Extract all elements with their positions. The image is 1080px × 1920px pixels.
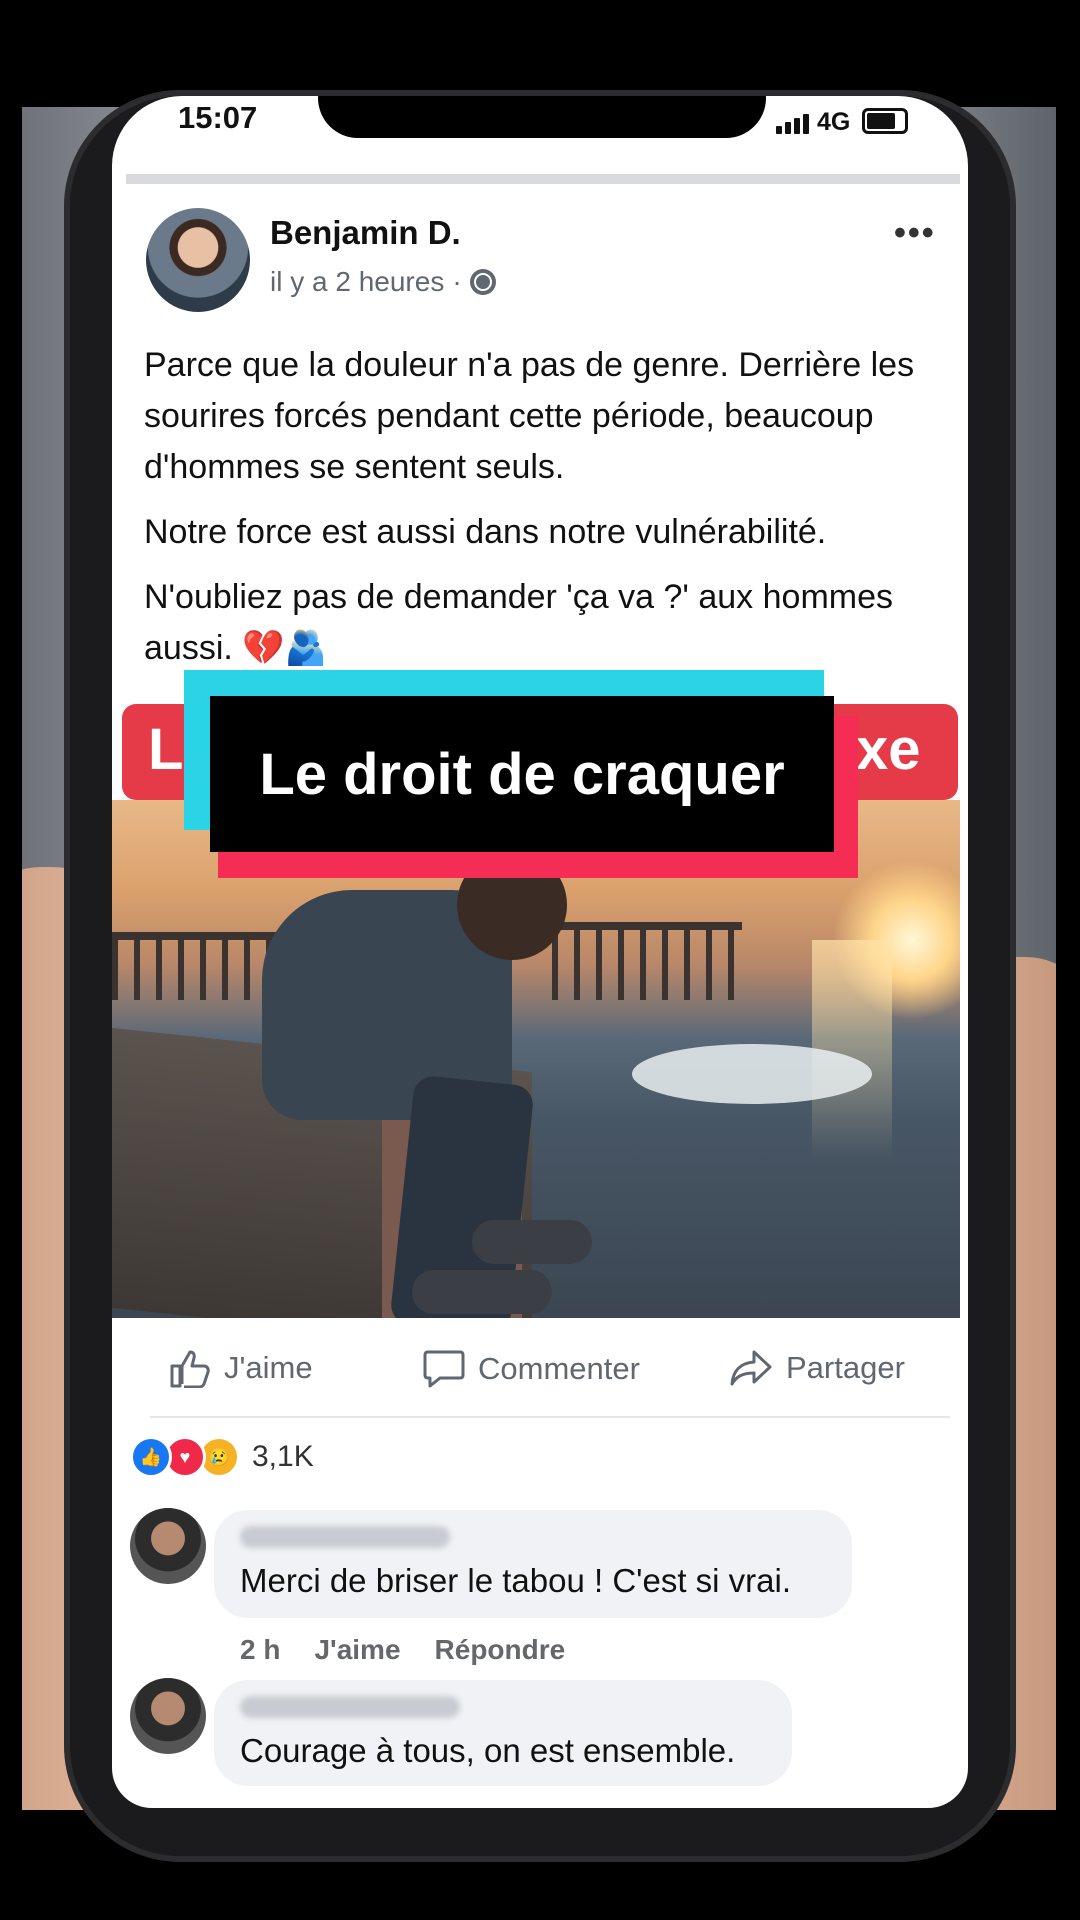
commenter-avatar[interactable]	[130, 1508, 206, 1584]
post-text: Parce que la douleur n'a pas de genre. D…	[144, 340, 954, 688]
commenter-avatar[interactable]	[130, 1678, 206, 1754]
signal-icon	[776, 114, 809, 134]
like-icon: 👍	[130, 1436, 172, 1478]
share-button[interactable]: Partager	[728, 1348, 905, 1388]
wave	[632, 1044, 872, 1104]
status-icons: 4G	[776, 108, 909, 136]
share-icon	[730, 1350, 772, 1386]
author-avatar[interactable]	[146, 208, 250, 312]
comment-time: 2 h	[240, 1634, 281, 1665]
like-label: J'aime	[224, 1350, 313, 1385]
more-options-button[interactable]: •••	[894, 214, 936, 253]
overlay-title-text: Le droit de craquer	[259, 741, 785, 807]
reaction-count: 3,1K	[252, 1440, 314, 1473]
thumbs-up-icon	[170, 1350, 210, 1388]
commenter-name-blurred	[240, 1696, 460, 1718]
globe-icon	[469, 269, 496, 295]
comment-text: Merci de briser le tabou ! C'est si vrai…	[240, 1562, 791, 1599]
shoe	[472, 1220, 592, 1264]
actions-divider	[150, 1416, 950, 1418]
comment-label: Commenter	[478, 1351, 640, 1386]
banner-text-left: L	[148, 717, 184, 782]
comment-actions: 2 h J'aime Répondre	[240, 1634, 565, 1666]
battery-icon	[862, 108, 909, 134]
comment-text: Courage à tous, on est ensemble.	[240, 1732, 736, 1769]
reactions-summary[interactable]: 👍 ♥ 😢 3,1K	[130, 1436, 314, 1478]
banner-text-right: xe	[856, 717, 921, 782]
meta-separator: ·	[452, 266, 462, 297]
commenter-name-blurred	[240, 1526, 450, 1548]
comment-reply-link[interactable]: Répondre	[435, 1634, 566, 1666]
overlay-title: Le droit de craquer	[210, 696, 834, 852]
post-actions: J'aime Commenter Partager	[112, 1318, 960, 1416]
phone-notch	[318, 96, 766, 138]
top-divider	[126, 174, 960, 184]
post-time[interactable]: il y a 2 heures	[270, 266, 444, 298]
post-paragraph: Parce que la douleur n'a pas de genre. D…	[144, 346, 915, 486]
comment-like-link[interactable]: J'aime	[314, 1634, 400, 1666]
post-paragraph: N'oubliez pas de demander 'ça va ?' aux …	[144, 578, 893, 667]
post-paragraph: Notre force est aussi dans notre vulnéra…	[144, 513, 827, 551]
post-meta: il y a 2 heures ·	[270, 266, 496, 298]
shoe	[412, 1270, 552, 1314]
like-button[interactable]: J'aime	[168, 1348, 313, 1388]
comment-button[interactable]: Commenter	[422, 1348, 640, 1390]
comment-icon	[423, 1350, 465, 1388]
status-time: 15:07	[178, 100, 258, 135]
pier-left	[112, 932, 282, 1000]
author-name[interactable]: Benjamin D.	[270, 214, 461, 252]
network-label: 4G	[817, 108, 851, 136]
pier-right	[552, 922, 742, 1000]
share-label: Partager	[786, 1350, 905, 1385]
